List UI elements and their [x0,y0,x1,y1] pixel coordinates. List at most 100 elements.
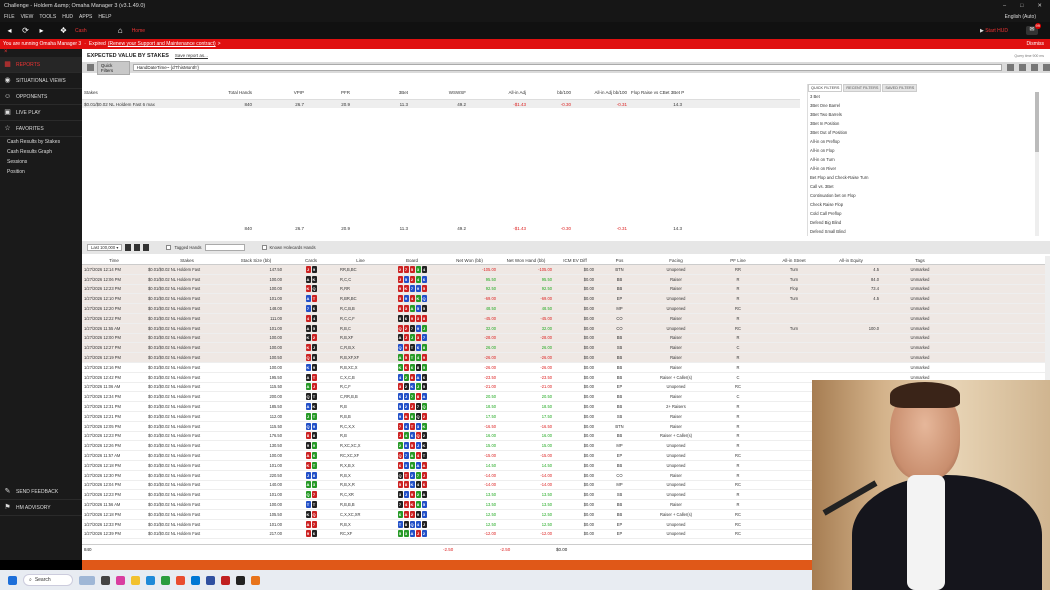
dismiss-button[interactable]: Dismiss [1027,41,1050,47]
filter-icon[interactable] [87,64,94,71]
taskbar-search[interactable]: ⌕ Search [23,574,73,586]
back-arrow-icon[interactable]: ◂ [5,26,14,35]
playing-card: Q [397,324,403,332]
filter-item[interactable]: Call vs. 3Bet [808,182,1039,191]
sidebar-collapse-icon[interactable]: × [0,49,82,57]
sidebar-sub-cash-results-by-stakes[interactable]: Cash Results by Stakes [0,137,82,147]
menu-help[interactable]: HELP [98,14,111,20]
notifications-button[interactable]: ✉ 99 [1026,23,1041,35]
windows-start-icon[interactable] [8,575,17,585]
close-icon[interactable]: ✕ [1037,3,1042,9]
start-hud-button[interactable]: ▶ Start HUD [980,28,1008,34]
forward-arrow-icon[interactable]: ▸ [37,26,46,35]
chrome-icon[interactable] [176,575,185,585]
grid-settings-icon[interactable] [1007,64,1015,71]
filter-item[interactable]: 3 Bet [808,92,1039,101]
playing-card: A [409,452,415,460]
menu-hud[interactable]: HUD [62,14,73,20]
task-view-icon[interactable] [101,575,110,585]
table-row[interactable]: 1/27/2026 12:19 PM $0.01/$0.02 NL Holdem … [82,353,1045,363]
menu-file[interactable]: FILE [4,14,15,20]
filter-item[interactable]: Defend Small Blind [808,227,1039,236]
home-icon[interactable]: ⌂ [116,26,125,35]
filter-item[interactable]: All-in on Flop [808,146,1039,155]
options-icon[interactable] [1043,64,1050,71]
grid-view-icon[interactable] [143,244,150,251]
filter-item[interactable]: Continuation bet on Flop [808,191,1039,200]
terminal-icon[interactable] [236,575,245,585]
refresh-icon[interactable]: ⟳ [21,26,30,35]
sidebar-item-favorites[interactable]: ☆ FAVORITES [0,121,82,137]
home-button[interactable]: Home [132,28,145,34]
filter-item[interactable]: Cold Call Preflop [808,209,1039,218]
send-feedback-button[interactable]: ✎ SEND FEEDBACK [0,484,82,500]
sidebar-sub-cash-results-graph[interactable]: Cash Results Graph [0,147,82,157]
filter-scrollbar-thumb[interactable] [1035,92,1039,152]
table-row[interactable]: 1/27/2026 12:00 PM $0.01/$0.02 NL Holdem … [82,333,1045,344]
tab-saved-filters[interactable]: SAVED FILTERS [882,84,918,92]
mail-icon[interactable] [191,575,200,585]
menu-view[interactable]: VIEW [21,14,34,20]
tab-quick-filters[interactable]: QUICK FILTERS [808,84,843,92]
hands-range-select[interactable]: Last 100,000 ▾ [87,244,123,251]
table-row[interactable]: 1/27/2026 11:55 AM $0.01/$0.02 NL Holdem … [82,323,1045,334]
holdem-manager-icon[interactable] [251,575,260,585]
menu-apps[interactable]: APPS [79,14,92,20]
hm-advisory-button[interactable]: ⚑ HM ADVISORY [0,500,82,516]
maximize-icon[interactable]: □ [1020,3,1023,9]
recorder-icon[interactable] [221,575,230,585]
cash-button[interactable]: Cash [75,28,87,34]
table-row[interactable]: 1/27/2026 12:23 PM $0.01/$0.02 NL Holdem … [82,284,1045,295]
sidebar-item-reports[interactable]: ▦ REPORTS [0,57,82,73]
export-icon[interactable] [1019,64,1027,71]
sidebar-sub-sessions[interactable]: Sessions [0,157,82,167]
app-icon-2[interactable] [206,575,215,585]
language-selector[interactable]: English (Auto) [1005,14,1050,20]
sidebar-sub-position[interactable]: Position [0,167,82,177]
sidebar-item-live-play[interactable]: ▣ LIVE PLAY [0,105,82,121]
table-row[interactable]: 1/27/2026 12:22 PM $0.01/$0.02 NL Holdem … [82,313,1045,324]
widgets-icon[interactable] [79,575,95,585]
filter-item[interactable]: All-in on River [808,164,1039,173]
table-row[interactable]: 1/27/2026 12:16 PM $0.01/$0.02 NL Holdem … [82,363,1045,373]
playing-card: Q [421,403,427,411]
tagged-hands-checkbox[interactable] [166,245,172,250]
filter-item[interactable]: Defend Big Blind [808,218,1039,227]
filter-item[interactable]: 3Bet Out of Position [808,128,1039,137]
tab-recent-filters[interactable]: RECENT FILTERS [843,84,882,92]
table-row[interactable]: $0.01/$0.02 NL Holdem Fast 6 max 840 26.7 2… [82,100,800,108]
playing-card: Q [397,452,403,460]
file-explorer-icon[interactable] [131,575,140,585]
app-icon[interactable] [116,575,125,585]
sidebar-item-situational-views[interactable]: ◉ SITUATIONAL VIEWS [0,73,82,89]
table-row[interactable]: 1/27/2026 12:14 PM $0.01/$0.02 NL Holdem … [82,265,1045,275]
filter-item[interactable]: All-in on Turn [808,155,1039,164]
filter-item[interactable]: 3Bet In Position [808,119,1039,128]
known-holecards-checkbox[interactable] [261,245,267,250]
table-row[interactable]: 1/27/2026 12:20 PM $0.01/$0.02 NL Holdem … [82,304,1045,314]
store-icon[interactable] [161,575,170,585]
table-cell: Unopened [666,443,686,449]
table-row[interactable]: 1/27/2026 12:10 PM $0.01/$0.02 NL Holdem … [82,294,1045,305]
table-row[interactable]: 1/27/2026 12:27 PM $0.01/$0.02 NL Holdem … [82,343,1045,354]
minimize-icon[interactable]: – [1003,3,1006,9]
filter-item[interactable]: 3Bet Two Barrels [808,110,1039,119]
filter-item[interactable]: 3Bet One Barrel [808,101,1039,110]
next-page-icon[interactable] [134,244,141,251]
renew-link[interactable]: (Renew your Support and Maintenance cont… [108,41,216,47]
edge-icon[interactable] [146,575,155,585]
prev-page-icon[interactable] [125,244,132,251]
graph-icon[interactable] [1031,64,1039,71]
table-row[interactable]: 1/27/2026 12:06 PM $0.01/$0.02 NL Holdem … [82,274,1045,285]
filter-expression-input[interactable]: HandDateTime~ {d'ThisMonth'} [132,64,1003,71]
tags-dropdown[interactable] [204,244,245,251]
sidebar-item-opponents[interactable]: ☺ OPPONENTS [0,89,82,105]
quick-filters-button[interactable]: Quick Filters [96,60,130,75]
filter-item[interactable]: Check Raise Flop [808,200,1039,209]
filter-item[interactable]: Bet Flop and Check-Raise Turn [808,173,1039,182]
menu-bar: FILE VIEW TOOLS HUD APPS HELP English (A… [0,12,1050,22]
save-report-link[interactable]: Save report as... [175,53,208,58]
cash-icon[interactable]: ❖ [59,26,68,35]
filter-item[interactable]: All-in on Preflop [808,137,1039,146]
menu-tools[interactable]: TOOLS [39,14,56,20]
